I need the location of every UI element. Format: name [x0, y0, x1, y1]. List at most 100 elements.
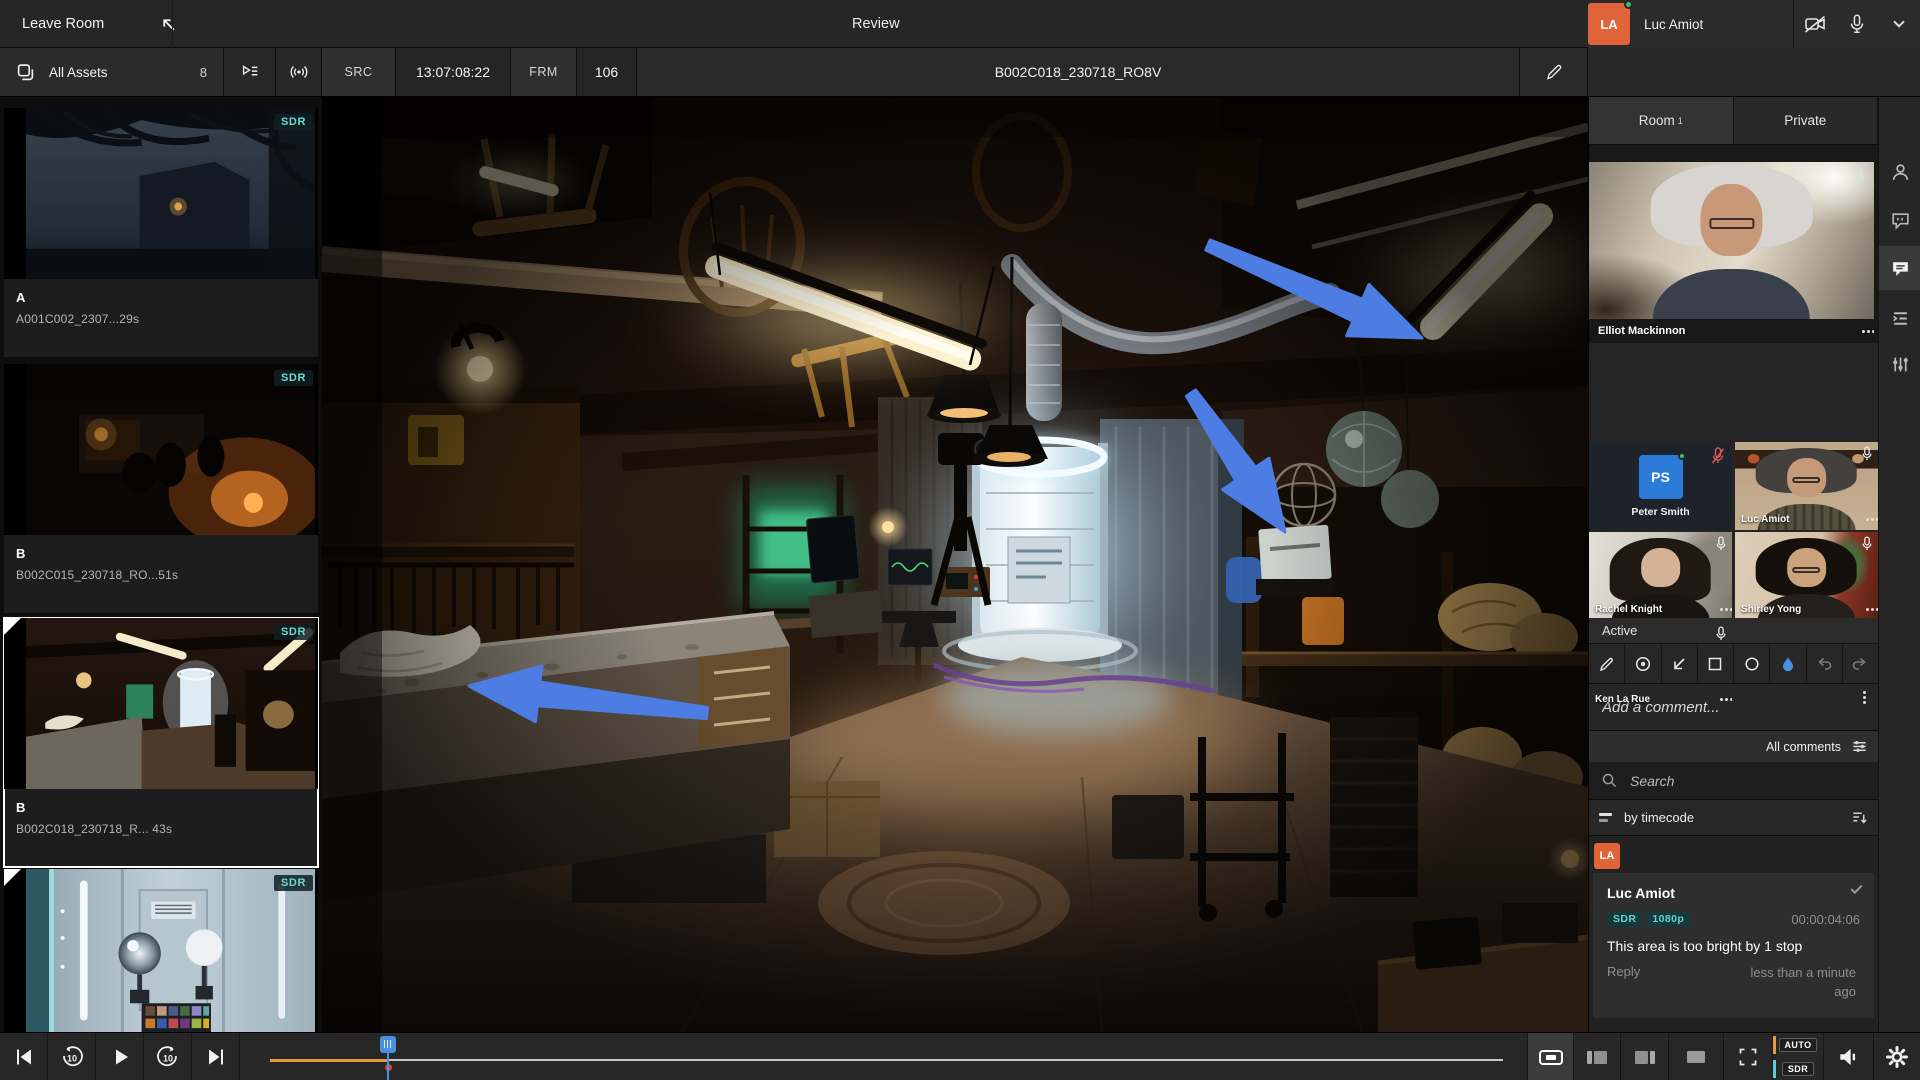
- mic-button[interactable]: [1836, 0, 1878, 48]
- search-comments-input[interactable]: [1628, 772, 1878, 790]
- user-menu-chevron[interactable]: [1878, 0, 1920, 48]
- sdr-label: SDR: [1782, 1062, 1814, 1076]
- ellipse-tool[interactable]: [1734, 644, 1770, 683]
- laser-target-tool[interactable]: [1625, 644, 1661, 683]
- gear-icon: [1885, 1045, 1909, 1069]
- video-viewer[interactable]: [322, 97, 1588, 1032]
- sort-direction-button[interactable]: [1851, 809, 1868, 826]
- sdr-badge: SDR: [274, 624, 313, 640]
- panel-icon-rail: [1878, 97, 1920, 1032]
- participant-tile-shirley[interactable]: Shirley Yong: [1735, 532, 1878, 620]
- square-icon: [1706, 655, 1724, 673]
- participant-tile-luc[interactable]: Luc Amiot: [1735, 442, 1878, 530]
- split-left-view-button[interactable]: [1573, 1033, 1620, 1080]
- fullscreen-button[interactable]: [1723, 1033, 1772, 1080]
- tab-room[interactable]: Room 1: [1589, 97, 1734, 144]
- arrow-tool[interactable]: [1662, 644, 1698, 683]
- redo-button[interactable]: [1843, 644, 1878, 683]
- annotate-pencil-button[interactable]: [1520, 48, 1588, 96]
- live-sync-button[interactable]: [276, 48, 322, 96]
- sort-by-label[interactable]: by timecode: [1624, 810, 1694, 825]
- volume-button[interactable]: [1823, 1033, 1873, 1080]
- user-avatar[interactable]: LA: [1588, 3, 1630, 45]
- sort-icon[interactable]: [1599, 813, 1612, 822]
- night-exterior-thumb: [26, 108, 315, 279]
- playback-bar: 10 10: [0, 1032, 1920, 1080]
- fullscreen-icon: [1736, 1045, 1760, 1069]
- comment-timecode[interactable]: 00:00:04:06: [1791, 912, 1862, 927]
- color-picker-tool[interactable]: [1770, 644, 1806, 683]
- full-width-view-button[interactable]: [1668, 1033, 1723, 1080]
- participant-tile-rachel[interactable]: Rachel Knight: [1589, 532, 1732, 620]
- asset-card-1[interactable]: SDR A A001C002_2307...29s: [4, 108, 318, 357]
- tile-more-icon[interactable]: [1862, 330, 1865, 333]
- rewind-10-button[interactable]: 10: [48, 1033, 96, 1080]
- leave-room-label: Leave Room: [22, 16, 104, 32]
- settings-button[interactable]: [1873, 1033, 1920, 1080]
- display-mode-toggle[interactable]: AUTO SDR: [1772, 1033, 1823, 1080]
- comments-rail-button-active[interactable]: [1879, 246, 1920, 290]
- filter-sliders-icon[interactable]: [1851, 738, 1868, 755]
- comment-badges: SDR 1080p 00:00:04:06: [1607, 911, 1862, 927]
- skip-to-end-button[interactable]: [192, 1033, 240, 1080]
- single-view-button[interactable]: [1527, 1033, 1573, 1080]
- rectangle-tool[interactable]: [1698, 644, 1734, 683]
- all-assets-button[interactable]: All Assets 8: [0, 48, 224, 96]
- arrow-icon: [1670, 655, 1688, 673]
- mic-on-icon: [1715, 536, 1727, 552]
- pencil-icon: [1598, 655, 1616, 673]
- participant-tile-peter[interactable]: PS Peter Smith: [1589, 442, 1732, 530]
- sort-row: by timecode: [1589, 800, 1878, 836]
- comment-card[interactable]: Luc Amiot SDR 1080p 00:00:04:06 This are…: [1593, 873, 1874, 1018]
- queue-rail-button[interactable]: [1879, 296, 1920, 340]
- reply-button[interactable]: Reply: [1607, 964, 1640, 1002]
- play-button[interactable]: [96, 1033, 144, 1080]
- asset-card-3-selected[interactable]: SDR: [4, 618, 318, 867]
- split-right-view-button[interactable]: [1620, 1033, 1668, 1080]
- draw-pencil-tool[interactable]: [1589, 644, 1625, 683]
- indent-list-icon: [1890, 308, 1911, 329]
- workshop-video-frame: [322, 97, 1588, 1032]
- all-comments-filter[interactable]: All comments: [1766, 740, 1841, 754]
- tile-more-icon[interactable]: [1866, 608, 1869, 611]
- asset-card-2[interactable]: SDR B B002C015_23071: [4, 364, 318, 613]
- comment-avatar: LA: [1594, 843, 1620, 869]
- asset-card-4[interactable]: SDR: [4, 869, 318, 1032]
- room-private-tabs: Room 1 Private: [1589, 97, 1878, 145]
- asset-list: SDR A A001C002_2307...29s: [0, 97, 322, 1032]
- tile-more-icon[interactable]: [1720, 698, 1723, 701]
- tab-private[interactable]: Private: [1734, 97, 1879, 144]
- sliders-icon: [1890, 354, 1911, 375]
- forward-10-button[interactable]: 10: [144, 1033, 192, 1080]
- color-droplet-icon: [1779, 655, 1797, 673]
- camera-off-button[interactable]: [1794, 0, 1836, 48]
- comments-panel: Comments Room 1 Private: [1588, 48, 1920, 1032]
- playhead[interactable]: [380, 1036, 396, 1080]
- chat-rail-button[interactable]: [1879, 198, 1920, 242]
- active-label: Active: [1602, 623, 1637, 638]
- playlist-icon: [239, 61, 261, 83]
- auto-mode[interactable]: AUTO: [1773, 1033, 1823, 1057]
- undo-button[interactable]: [1807, 644, 1843, 683]
- sdr-mode[interactable]: SDR: [1773, 1057, 1823, 1080]
- participant-silhouette: [1660, 177, 1803, 319]
- participants-rail-button[interactable]: [1879, 150, 1920, 194]
- sdr-badge: SDR: [274, 114, 313, 130]
- tile-more-icon[interactable]: [1863, 691, 1866, 694]
- target-icon: [1634, 655, 1652, 673]
- playlist-button[interactable]: [224, 48, 276, 96]
- source-timecode: 13:07:08:22: [396, 48, 511, 96]
- skip-to-start-button[interactable]: [0, 1033, 48, 1080]
- tab-room-label: Room: [1639, 113, 1675, 128]
- tile-more-icon[interactable]: [1866, 518, 1869, 521]
- speaker-icon: [1836, 1044, 1862, 1070]
- adjust-rail-button[interactable]: [1879, 342, 1920, 386]
- tile-more-icon[interactable]: [1720, 608, 1723, 611]
- tab-private-label: Private: [1784, 113, 1826, 128]
- leave-room-button[interactable]: Leave Room: [22, 0, 177, 48]
- timeline[interactable]: [270, 1033, 1503, 1080]
- comment-time-ago: less than a minute ago: [1712, 964, 1862, 1002]
- src-label: SRC: [322, 48, 396, 96]
- featured-video-tile[interactable]: Elliot Mackinnon: [1589, 162, 1874, 343]
- playhead-handle: [380, 1036, 396, 1053]
